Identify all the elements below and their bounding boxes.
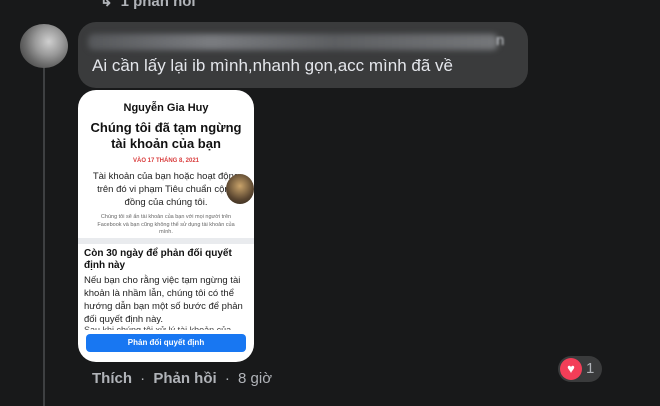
- comment-thread: ↳ 1 phản hồi n Ai cần lấy lại ib mình,nha…: [0, 0, 660, 406]
- heart-icon: ♥: [560, 358, 582, 380]
- overlay-avatar: [226, 174, 254, 204]
- comment-bubble: n Ai cần lấy lại ib mình,nhanh gọn,acc m…: [78, 22, 528, 88]
- timestamp[interactable]: 8 giờ: [238, 370, 272, 387]
- view-replies-link[interactable]: ↳ 1 phản hồi: [100, 0, 196, 10]
- attached-headline: Chúng tôi đã tạm ngừng tài khoản của bạn: [90, 120, 242, 151]
- appeal-body: Nếu bạn cho rằng việc tạm ngừng tài khoả…: [84, 275, 243, 325]
- separator: ·: [140, 370, 146, 387]
- avatar[interactable]: [20, 24, 68, 68]
- appeal-button: Phản đối quyết định: [86, 334, 246, 352]
- author-name-blurred[interactable]: [88, 34, 498, 50]
- comment-actions: Thích · Phản hồi · 8 giờ: [92, 370, 272, 387]
- author-name-tail: n: [496, 32, 505, 49]
- comment-text: Ai cần lấy lại ib mình,nhanh gọn,acc mìn…: [92, 56, 453, 75]
- reply-arrow-icon: ↳: [100, 0, 113, 10]
- section-divider: [78, 238, 254, 244]
- attached-date: VÀO 17 THÁNG 8, 2021: [132, 158, 200, 164]
- like-button[interactable]: Thích: [92, 370, 132, 387]
- attached-description: Tài khoản của bạn hoặc hoạt động trên đó…: [92, 171, 240, 208]
- attached-account-name: Nguyễn Gia Huy: [123, 102, 209, 114]
- thread-line: [43, 66, 45, 406]
- reply-button[interactable]: Phản hồi: [153, 370, 216, 387]
- reaction-count: 1: [586, 360, 595, 377]
- attached-small-note: Chúng tôi sẽ ẩn tài khoản của bạn với mọ…: [97, 214, 235, 235]
- attached-image[interactable]: Nguyễn Gia Huy Chúng tôi đã tạm ngừng tà…: [78, 90, 254, 362]
- appeal-title: Còn 30 ngày để phản đối quyết định này: [84, 248, 232, 271]
- appeal-cutoff-text: Sau khi chúng tôi xử lý tài khoản của: [84, 325, 232, 330]
- reply-count: 1 phản hồi: [120, 0, 196, 10]
- reaction-badge[interactable]: ♥ 1: [558, 356, 602, 382]
- separator: ·: [224, 370, 230, 387]
